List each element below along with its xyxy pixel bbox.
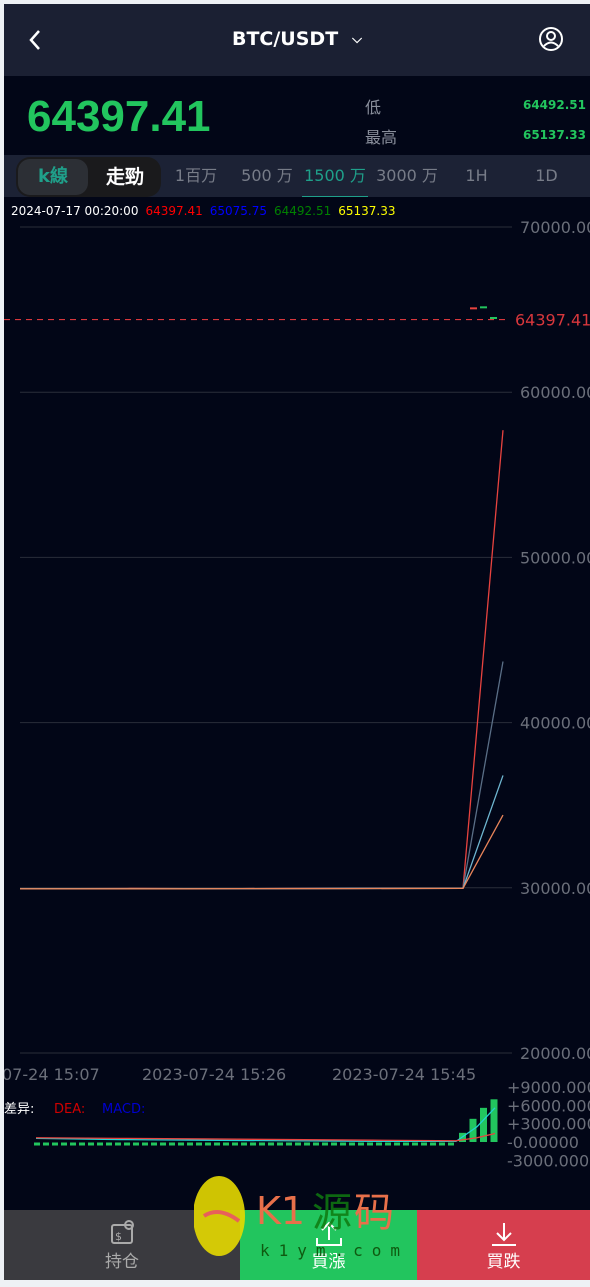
y-tick-label: 20000.00	[520, 1044, 590, 1063]
upload-icon	[316, 1221, 342, 1246]
candle	[490, 316, 497, 319]
series-line-1	[20, 661, 504, 890]
macd-y-tick: +6000.0000	[507, 1096, 590, 1115]
x-tick-label: 2023-07-24 15:26	[142, 1065, 286, 1084]
positions-label: 持仓	[105, 1252, 139, 1272]
macd-y-tick: -0.00000	[507, 1133, 579, 1152]
candle	[470, 307, 477, 310]
candle	[480, 306, 487, 309]
macd-legend-1: DEA:	[54, 1102, 85, 1117]
buy-up-button[interactable]: 買漲	[240, 1210, 417, 1280]
money-search-icon: $	[111, 1220, 134, 1244]
svg-text:$: $	[115, 1230, 122, 1243]
action-bar: $ 持仓 買漲 買跌	[4, 1210, 590, 1280]
buy-down-label: 買跌	[486, 1252, 521, 1272]
y-tick-label: 40000.00	[520, 714, 590, 733]
macd-y-tick: -3000.0000	[507, 1151, 590, 1170]
series-line-2	[20, 775, 504, 890]
download-icon	[492, 1223, 516, 1246]
x-tick-label: 2023-07-24 15:45	[332, 1065, 476, 1084]
series-line-3	[20, 814, 504, 890]
series-line-0	[20, 430, 504, 890]
positions-button[interactable]: $ 持仓	[4, 1210, 240, 1280]
app: BTC/USDT ⌵ 64397.41 低 64492.51 最高 65137.3…	[4, 4, 590, 1280]
macd-y-tick: +3000.0000	[507, 1115, 590, 1134]
kline-chart[interactable]: 70000.00 60000.00 50000.00 40000.00 30000.00…	[4, 4, 590, 1210]
x-tick-label: 07-24 15:07	[4, 1065, 100, 1084]
y-tick-label: 60000.00	[520, 383, 590, 402]
y-tick-label: 50000.00	[520, 548, 590, 567]
current-price-label: 64397.41	[515, 311, 590, 330]
macd-y-tick: +9000.0000	[507, 1078, 590, 1097]
buy-up-label: 買漲	[311, 1252, 346, 1272]
y-tick-label: 30000.00	[520, 879, 590, 898]
y-tick-label: 70000.00	[520, 218, 590, 237]
macd-legend-0: 差异:	[4, 1102, 34, 1117]
macd-bar	[490, 1099, 498, 1142]
macd-legend-2: MACD:	[102, 1102, 145, 1117]
buy-down-button[interactable]: 買跌	[417, 1210, 590, 1280]
